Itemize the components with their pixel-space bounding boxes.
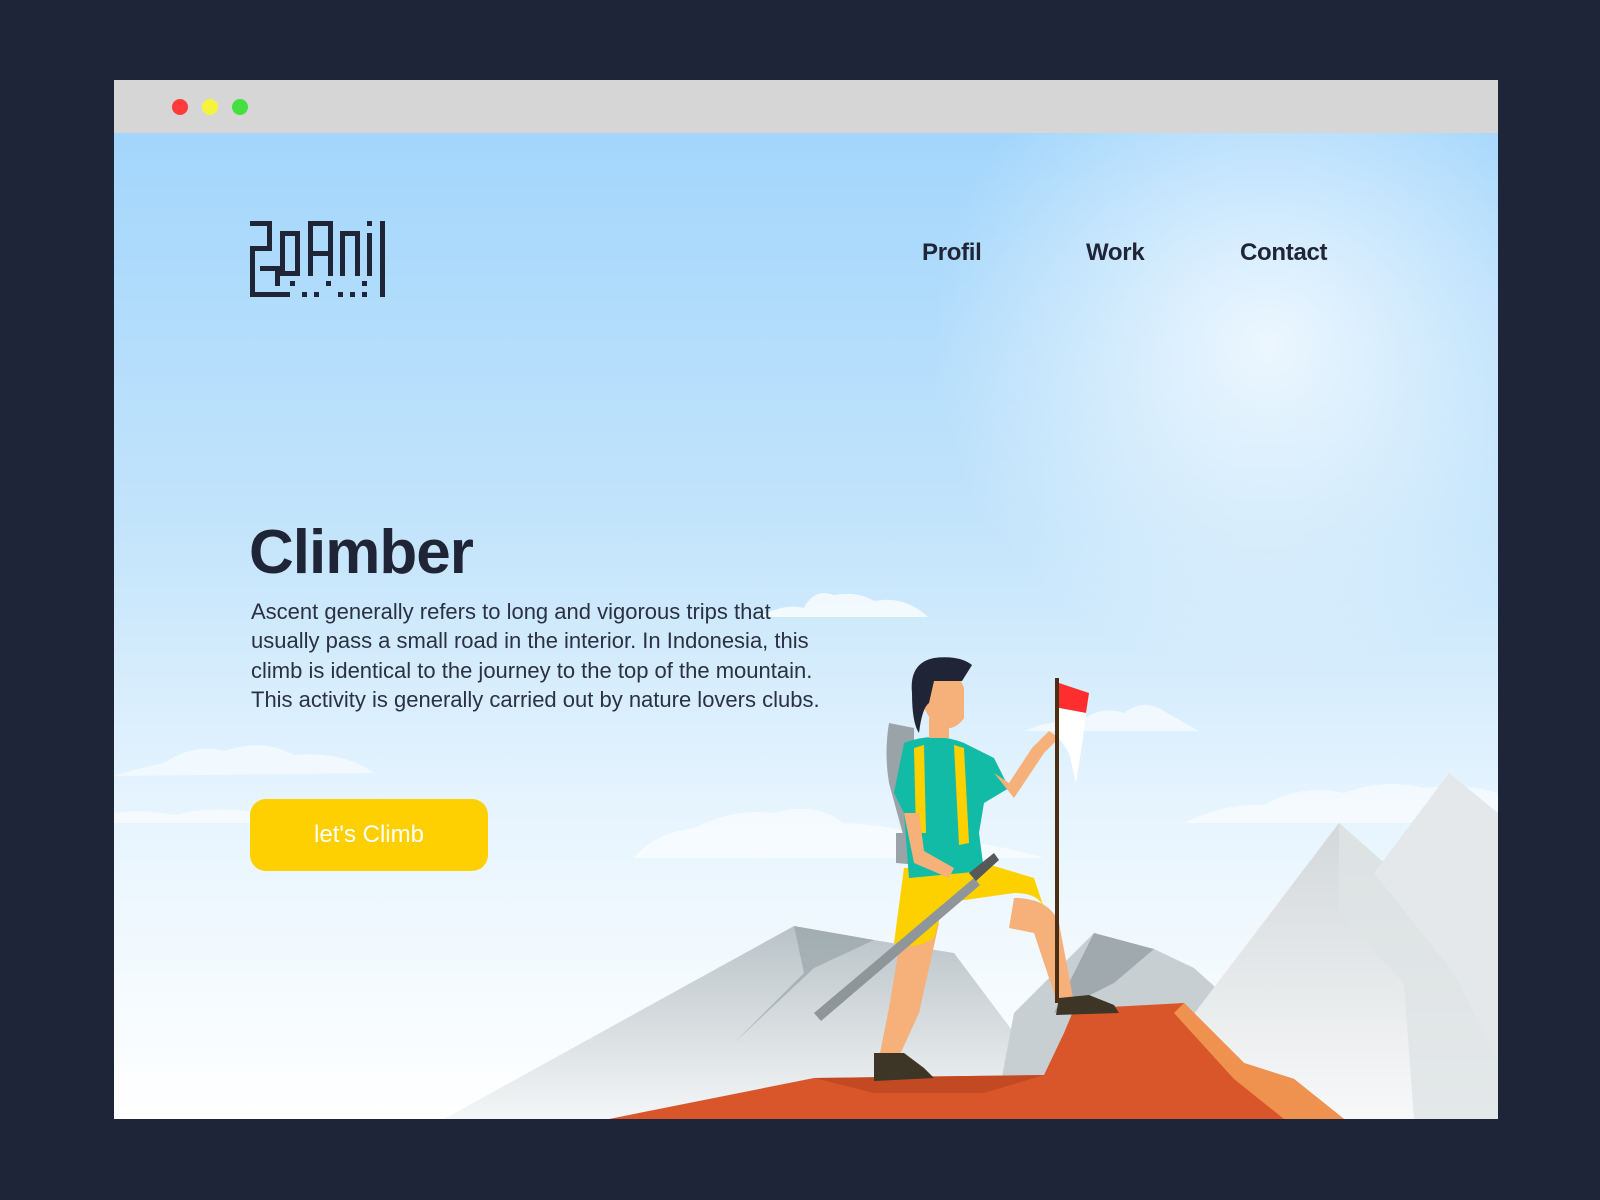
- lets-climb-button[interactable]: let's Climb: [250, 799, 488, 871]
- maximize-window-button[interactable]: [232, 99, 248, 115]
- close-window-button[interactable]: [172, 99, 188, 115]
- hero-title: Climber: [249, 518, 474, 587]
- cloud: [634, 808, 1044, 858]
- nav-link-profil[interactable]: Profil: [922, 239, 982, 267]
- window-titlebar: [114, 80, 1498, 133]
- kufic-square-logo-icon[interactable]: [250, 221, 386, 297]
- landing-page: Profil Work Contact Climber Ascent gener…: [114, 133, 1498, 1119]
- hero-description: Ascent generally refers to long and vigo…: [251, 599, 820, 712]
- nav-link-work[interactable]: Work: [1086, 239, 1145, 267]
- nav-link-contact[interactable]: Contact: [1240, 239, 1328, 267]
- browser-window: Profil Work Contact Climber Ascent gener…: [114, 80, 1498, 1119]
- minimize-window-button[interactable]: [202, 99, 218, 115]
- cloud: [1024, 704, 1199, 731]
